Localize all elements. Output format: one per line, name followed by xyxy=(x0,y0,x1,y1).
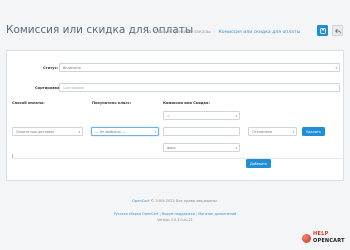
footer-link-forum[interactable]: Форум поддержки xyxy=(162,212,195,216)
payment-method-value: Оплата при доставке xyxy=(16,129,55,134)
chevron-down-icon: ▾ xyxy=(335,65,337,70)
logo-icon xyxy=(302,234,311,243)
customer-group-select[interactable]: --- Не выбрано --- ▾ xyxy=(91,127,159,136)
column-group-header: Покупатель класс: xyxy=(92,101,132,105)
status-select-value: Включено xyxy=(63,65,81,70)
reply-icon xyxy=(334,28,341,33)
logo-text-help: HELP xyxy=(313,231,329,237)
footer-brand-link[interactable]: OpenCart xyxy=(132,199,149,203)
breadcrumb-item-current[interactable]: Комиссия или скидка для оплаты xyxy=(218,30,300,35)
status-select[interactable]: Включено ▾ xyxy=(59,63,340,72)
column-commission-header: Комиссия или Скидка: xyxy=(163,101,210,105)
chevron-down-icon: ▾ xyxy=(235,113,237,118)
delete-button[interactable]: Удалить xyxy=(302,127,325,136)
logo-text-opencart: OPENCART xyxy=(313,238,345,244)
payment-method-select[interactable]: Оплата при доставке ▾ xyxy=(12,127,83,136)
status-label: Статус: xyxy=(43,66,59,70)
breadcrumb: ⌂ Общие тренинг-заказы › Комиссия или ск… xyxy=(148,29,300,35)
percent-select[interactable]: Отключено ▾ xyxy=(248,127,297,136)
sort-input[interactable]: Сортировка xyxy=(59,83,340,92)
chevron-down-icon: ▾ xyxy=(154,129,156,134)
commission-value-input[interactable] xyxy=(163,127,240,136)
chevron-down-icon: ▾ xyxy=(235,145,237,150)
sort-label: Сортировка: xyxy=(35,86,61,90)
back-button[interactable] xyxy=(332,25,343,36)
sort-input-placeholder: Сортировка xyxy=(63,85,85,90)
footer-links: Русская сборка OpenCart | Форум поддержк… xyxy=(0,212,350,216)
customer-group-value: --- Не выбрано --- xyxy=(95,129,126,134)
breadcrumb-separator: › xyxy=(213,29,216,35)
footer-link-store[interactable]: Магазин дополнений xyxy=(198,212,236,216)
breadcrumb-item[interactable]: Общие тренинг-заказы xyxy=(154,30,210,35)
column-payment-header: Способ оплаты: xyxy=(12,101,45,105)
footer-copyright: OpenCart © 2009-2022 Все права защищены. xyxy=(0,199,350,203)
chevron-down-icon: ▾ xyxy=(78,129,80,134)
chevron-down-icon: ▾ xyxy=(292,129,294,134)
home-icon[interactable]: ⌂ xyxy=(148,29,151,35)
percent-select-value: Отключено xyxy=(252,129,273,134)
footer-copyright-text: © 2009-2022 Все права защищены. xyxy=(150,199,218,203)
fixed-select[interactable]: фикс ▾ xyxy=(163,143,240,152)
commission-type-select[interactable]: = ▾ xyxy=(163,111,240,120)
save-button[interactable] xyxy=(317,25,328,36)
add-button[interactable]: Добавить xyxy=(246,159,271,168)
divider xyxy=(12,158,342,159)
fixed-select-value: фикс xyxy=(167,145,177,150)
commission-type-value: = xyxy=(167,113,170,118)
save-icon xyxy=(319,27,326,34)
footer-link-russian[interactable]: Русская сборка OpenCart xyxy=(114,212,159,216)
footer-version: Version 3.0.3.0-ru.21 xyxy=(157,218,193,222)
